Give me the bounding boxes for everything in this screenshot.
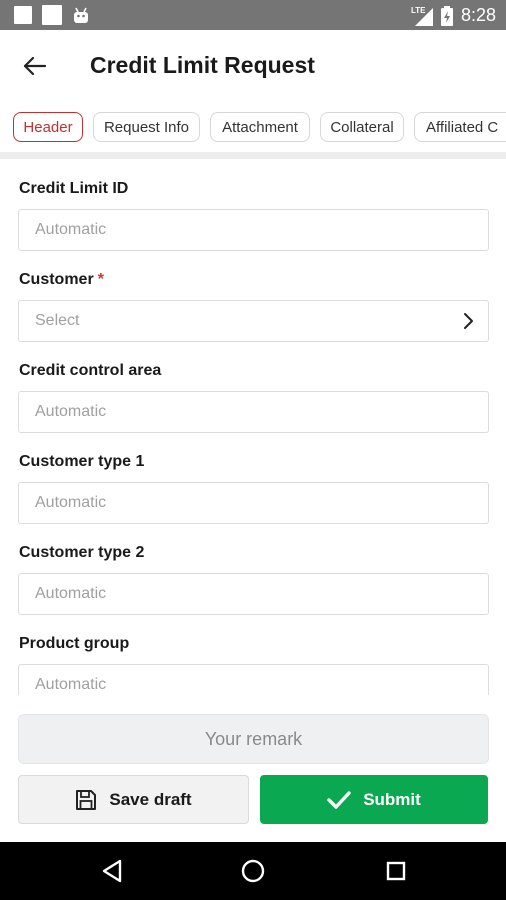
floppy-disk-icon — [76, 789, 97, 810]
product-group-field[interactable]: Automatic — [18, 664, 489, 695]
square-recents-icon — [386, 861, 406, 881]
save-draft-label: Save draft — [109, 789, 192, 809]
app-bar: Credit Limit Request — [0, 30, 506, 102]
chevron-right-icon — [464, 313, 473, 329]
tab-request-info[interactable]: Request Info — [93, 112, 200, 142]
clock: 8:28 — [460, 5, 496, 25]
signal-icon: LTE — [411, 6, 433, 26]
nav-home-button[interactable] — [238, 856, 268, 886]
tab-header[interactable]: Header — [13, 112, 83, 142]
circle-home-icon — [241, 859, 265, 883]
credit-limit-id-field[interactable]: Automatic — [18, 209, 489, 251]
tab-affiliated[interactable]: Affiliated C — [414, 112, 506, 142]
triangle-back-icon — [102, 859, 122, 883]
checkmark-icon — [327, 790, 351, 809]
android-icon — [74, 7, 88, 23]
credit-control-area-label: Credit control area — [19, 362, 162, 379]
back-button[interactable] — [18, 50, 52, 82]
status-bar: LTE 8:28 — [0, 0, 506, 30]
customer-select-placeholder: Select — [35, 312, 80, 329]
nav-recents-button[interactable] — [381, 856, 411, 886]
section-tabs: Header Request Info Attachment Collatera… — [0, 110, 506, 144]
credit-limit-id-label: Credit Limit ID — [19, 180, 129, 197]
tab-collateral[interactable]: Collateral — [320, 112, 404, 142]
request-form: Credit Limit ID Automatic Customer * Sele… — [0, 160, 506, 695]
nav-back-button[interactable] — [97, 856, 127, 886]
system-navigation-bar — [0, 842, 506, 900]
submit-button[interactable]: Submit — [260, 775, 488, 824]
customer-type-1-field[interactable]: Automatic — [18, 482, 489, 524]
customer-select[interactable]: Select — [18, 300, 489, 342]
arrow-left-icon — [23, 56, 47, 76]
page-title: Credit Limit Request — [90, 52, 315, 78]
customer-type-2-field[interactable]: Automatic — [18, 573, 489, 615]
battery-icon — [440, 5, 453, 26]
customer-label-text: Customer — [19, 271, 94, 288]
notification-icon — [42, 5, 62, 25]
customer-type-2-label: Customer type 2 — [19, 544, 145, 561]
customer-label: Customer * — [19, 271, 104, 289]
required-mark: * — [97, 271, 104, 288]
tab-attachment[interactable]: Attachment — [210, 112, 310, 142]
tabs-divider — [0, 152, 506, 159]
customer-type-1-label: Customer type 1 — [19, 453, 145, 470]
notification-icons — [14, 5, 90, 25]
system-indicators: LTE 8:28 — [411, 5, 496, 26]
submit-label: Submit — [363, 789, 421, 809]
notification-icon — [14, 6, 32, 24]
product-group-label: Product group — [19, 635, 130, 652]
credit-control-area-field[interactable]: Automatic — [18, 391, 489, 433]
remark-input[interactable]: Your remark — [18, 714, 489, 764]
save-draft-button[interactable]: Save draft — [18, 775, 249, 824]
